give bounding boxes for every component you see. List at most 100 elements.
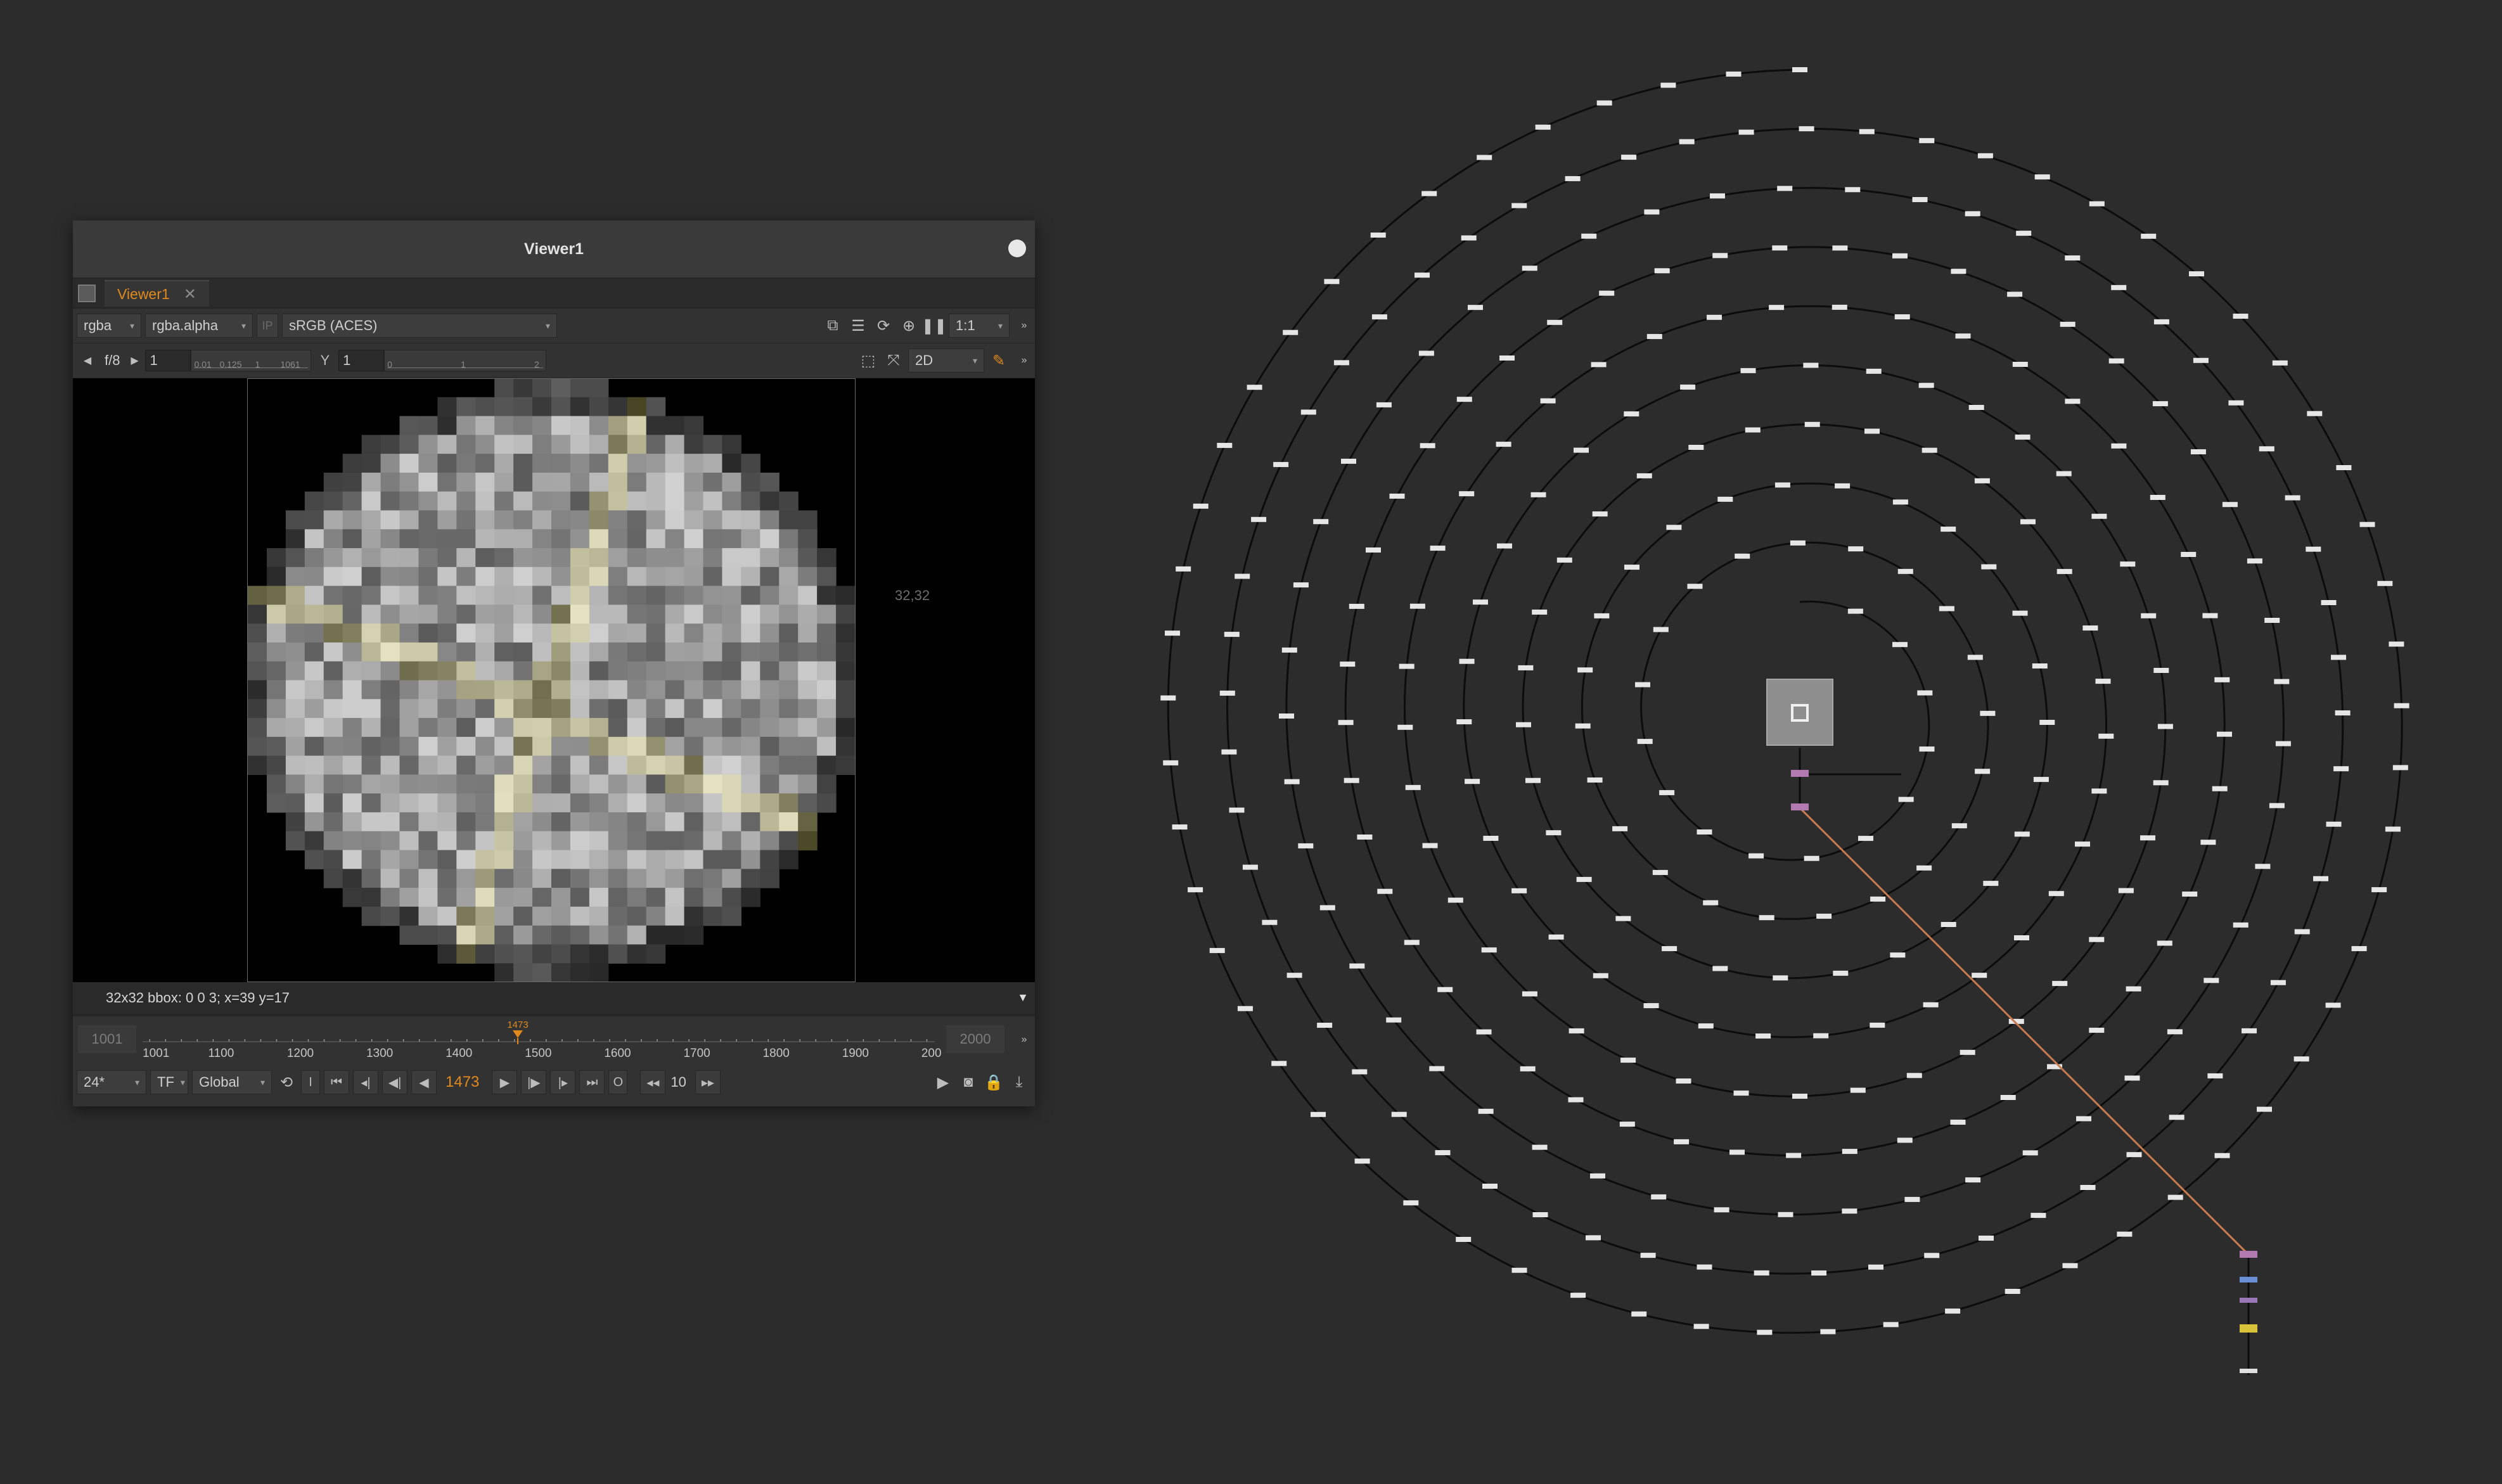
spiral-node[interactable] — [2233, 922, 2249, 928]
spiral-node[interactable] — [1980, 710, 1996, 716]
spiral-node[interactable] — [1473, 599, 1488, 605]
spiral-node[interactable] — [1352, 1069, 1368, 1075]
spiral-node[interactable] — [1924, 1253, 1940, 1258]
play-backward-button[interactable]: ◀ — [411, 1070, 437, 1094]
spiral-node[interactable] — [1370, 233, 1386, 238]
spiral-node[interactable] — [1511, 1267, 1527, 1273]
in-point-button[interactable]: I — [301, 1070, 320, 1094]
current-frame-field[interactable]: 1473 — [446, 1073, 479, 1091]
spiral-node[interactable] — [1965, 211, 1980, 217]
spiral-node[interactable] — [1456, 719, 1472, 725]
spiral-node[interactable] — [1224, 632, 1240, 637]
spiral-node[interactable] — [2336, 465, 2352, 470]
spiral-node[interactable] — [1403, 1200, 1419, 1206]
spiral-node[interactable] — [1477, 155, 1492, 160]
spiral-node[interactable] — [1832, 245, 1848, 251]
spiral-node[interactable] — [2080, 1185, 2096, 1190]
spiral-node[interactable] — [1646, 334, 1662, 340]
range-dropdown[interactable]: Global ▾ — [192, 1070, 272, 1094]
colorspace-dropdown[interactable]: sRGB (ACES) ▾ — [282, 314, 557, 338]
spiral-node[interactable] — [1593, 973, 1608, 978]
spiral-node[interactable] — [2294, 1056, 2309, 1062]
spiral-node[interactable] — [2039, 720, 2055, 725]
spiral-node[interactable] — [2333, 766, 2349, 772]
tab-close-icon[interactable]: ✕ — [184, 285, 196, 304]
spiral-node[interactable] — [1247, 385, 1262, 390]
spiral-node[interactable] — [2022, 1150, 2038, 1156]
spiral-node[interactable] — [2306, 546, 2321, 552]
viewer-titlebar[interactable]: Viewer1 — [73, 221, 1035, 279]
spiral-node[interactable] — [1923, 1002, 1939, 1007]
spiral-node[interactable] — [2212, 786, 2228, 791]
spiral-node[interactable] — [1456, 397, 1472, 402]
spiral-node[interactable] — [1193, 503, 1209, 509]
spiral-node[interactable] — [2014, 831, 2030, 837]
spiral-node[interactable] — [2371, 887, 2387, 893]
spiral-node[interactable] — [2014, 935, 2029, 940]
spiral-node[interactable] — [2285, 495, 2300, 501]
spiral-node[interactable] — [1883, 1322, 1899, 1327]
spiral-node[interactable] — [1532, 1212, 1548, 1217]
spiral-node[interactable] — [1548, 934, 1564, 940]
spiral-node[interactable] — [2153, 668, 2169, 673]
spiral-node[interactable] — [1418, 350, 1434, 356]
spiral-node[interactable] — [2377, 580, 2393, 586]
spiral-node[interactable] — [2056, 568, 2072, 574]
spiral-node[interactable] — [1859, 129, 1875, 134]
spiral-node[interactable] — [1697, 829, 1712, 835]
spiral-node[interactable] — [1522, 991, 1537, 997]
spiral-node[interactable] — [1897, 568, 1913, 574]
spiral-node[interactable] — [1774, 482, 1790, 488]
spiral-node[interactable] — [1769, 305, 1785, 310]
spiral-node[interactable] — [1596, 100, 1612, 106]
spiral-node[interactable] — [1717, 496, 1733, 502]
spiral-node[interactable] — [1977, 153, 1993, 158]
skip-forward-button[interactable]: ▸▸ — [695, 1070, 721, 1094]
spiral-node[interactable] — [1262, 919, 1278, 925]
spiral-node[interactable] — [2153, 780, 2169, 786]
spiral-node[interactable] — [1640, 1253, 1656, 1258]
spiral-node[interactable] — [1298, 843, 1314, 848]
prev-frame-button[interactable]: ◀| — [382, 1070, 407, 1094]
spiral-node[interactable] — [2214, 677, 2230, 682]
spiral-node[interactable] — [1620, 1058, 1636, 1063]
spiral-node[interactable] — [1229, 807, 1245, 813]
spiral-node[interactable] — [1643, 1003, 1659, 1009]
spiral-node[interactable] — [1530, 492, 1546, 497]
spiral-node[interactable] — [2181, 552, 2197, 557]
spiral-node[interactable] — [2269, 803, 2285, 809]
spiral-node[interactable] — [2048, 891, 2064, 897]
spiral-node[interactable] — [2167, 1029, 2183, 1035]
spiral-node[interactable] — [1897, 1137, 1913, 1143]
spiral-node[interactable] — [2150, 495, 2165, 500]
spiral-node[interactable] — [2076, 1116, 2091, 1122]
spiral-node[interactable] — [1619, 1122, 1635, 1127]
next-frame-button[interactable]: |▶ — [521, 1070, 547, 1094]
spiral-node[interactable] — [1637, 739, 1653, 745]
spiral-node[interactable] — [1532, 1144, 1548, 1150]
spiral-node[interactable] — [2264, 618, 2280, 623]
spiral-node[interactable] — [1435, 1150, 1451, 1156]
spiral-node[interactable] — [1612, 826, 1628, 831]
spiral-node[interactable] — [2392, 765, 2408, 771]
spiral-node[interactable] — [2015, 434, 2030, 440]
spiral-node[interactable] — [1712, 253, 1728, 259]
spiral-node[interactable] — [2089, 937, 2105, 942]
spiral-node[interactable] — [1842, 1208, 1857, 1214]
alpha-channel-dropdown[interactable]: rgba.alpha ▾ — [145, 314, 253, 338]
channels-dropdown[interactable]: rgba ▾ — [77, 314, 141, 338]
spiral-node[interactable] — [1324, 279, 1340, 285]
spiral-node[interactable] — [2331, 655, 2346, 660]
spiral-node[interactable] — [1478, 1108, 1494, 1114]
spiral-node[interactable] — [1755, 1033, 1771, 1039]
spiral-node[interactable] — [2075, 841, 2090, 847]
spiral-node[interactable] — [1556, 557, 1572, 563]
viewer-panel[interactable]: Viewer1 Viewer1 ✕ rgba ▾ rgba.alpha ▾ IP s… — [73, 221, 1035, 1106]
dot-node[interactable] — [2240, 1369, 2257, 1373]
close-icon[interactable] — [1008, 240, 1026, 257]
flipbook-icon[interactable]: ▶ — [932, 1071, 954, 1093]
dot-node[interactable] — [1791, 770, 1809, 777]
spiral-node[interactable] — [1391, 1111, 1407, 1117]
spiral-node[interactable] — [2000, 1095, 2016, 1100]
next-keyframe-button[interactable]: |▸ — [550, 1070, 576, 1094]
